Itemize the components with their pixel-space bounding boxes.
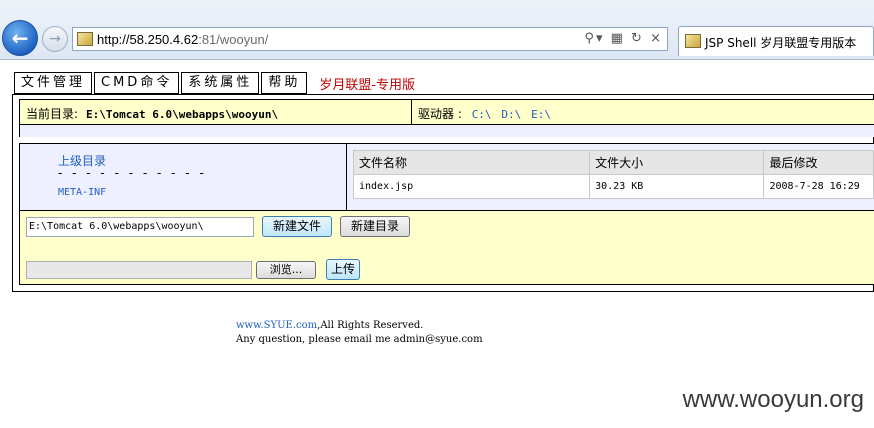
file-size: 30.23 KB	[589, 174, 765, 199]
current-directory: 当前目录: E:\Tomcat 6.0\webapps\wooyun\	[20, 100, 412, 124]
file-manager-panel: 当前目录: E:\Tomcat 6.0\webapps\wooyun\ 驱动器 :…	[12, 94, 874, 292]
file-name-link[interactable]: index.jsp	[352, 174, 591, 199]
browse-button[interactable]: 浏览...	[256, 261, 316, 279]
subdirectory-link[interactable]: META-INF	[58, 187, 106, 198]
drive-link-e[interactable]: E:\	[531, 108, 551, 121]
footer-copyright: www.SYUE.com,All Rights Reserved.	[236, 320, 423, 331]
footer-site-link[interactable]: www.SYUE.com	[236, 320, 317, 331]
tab-favicon-icon	[685, 34, 701, 48]
nav-system-properties[interactable]: 系统属性	[181, 72, 260, 94]
current-directory-path: E:\Tomcat 6.0\webapps\wooyun\	[86, 108, 279, 121]
nav-help[interactable]: 帮助	[261, 72, 308, 94]
tab-title: JSP Shell 岁月联盟专用版本	[705, 36, 857, 50]
back-arrow-icon[interactable]: ←	[2, 20, 38, 56]
upload-file-field[interactable]	[26, 261, 252, 279]
stop-icon[interactable]: ×	[650, 31, 663, 46]
path-input[interactable]: E:\Tomcat 6.0\webapps\wooyun\	[26, 217, 254, 237]
browser-tab[interactable]: JSP Shell 岁月联盟专用版本	[678, 26, 874, 56]
address-bar[interactable]: http://58.250.4.62:81/wooyun/ ⚲▾ ▦ ↻ ×	[72, 27, 668, 51]
footer-rights: ,All Rights Reserved.	[317, 320, 424, 331]
forward-arrow-icon[interactable]: →	[42, 26, 68, 52]
search-icon[interactable]: ⚲▾	[584, 31, 604, 46]
refresh-icon[interactable]: ↻	[631, 31, 644, 46]
actions-panel: E:\Tomcat 6.0\webapps\wooyun\ 新建文件 新建目录 …	[19, 211, 874, 285]
column-header-size: 文件大小	[589, 150, 765, 175]
directory-bar: 当前目录: E:\Tomcat 6.0\webapps\wooyun\ 驱动器 :…	[19, 99, 874, 125]
current-directory-label: 当前目录:	[26, 107, 79, 121]
nav-cmd[interactable]: CMD命令	[94, 72, 180, 94]
column-header-modified: 最后修改	[763, 150, 874, 175]
footer-contact: Any question, please email me admin@syue…	[236, 334, 483, 345]
file-table: 文件名称 文件大小 最后修改 index.jsp 30.23 KB 2008-7…	[352, 150, 874, 199]
tree-divider: - - - - - - - - - - -	[58, 166, 207, 180]
address-url[interactable]: http://58.250.4.62:81/wooyun/	[97, 32, 268, 47]
drive-link-c[interactable]: C:\	[472, 108, 492, 121]
file-list: 文件名称 文件大小 最后修改 index.jsp 30.23 KB 2008-7…	[347, 143, 874, 211]
shell-nav: 文件管理 CMD命令 系统属性 帮助 岁月联盟-专用版	[14, 72, 415, 94]
drives-label: 驱动器 :	[418, 107, 462, 121]
browser-toolbar: ← → http://58.250.4.62:81/wooyun/ ⚲▾ ▦ ↻…	[0, 0, 874, 60]
compat-view-icon[interactable]: ▦	[611, 31, 625, 46]
page-favicon-icon	[77, 32, 93, 46]
column-header-name: 文件名称	[352, 150, 591, 175]
directory-tree: 上级目录 - - - - - - - - - - - META-INF	[19, 143, 347, 211]
file-modified: 2008-7-28 16:29	[763, 174, 874, 199]
table-row: index.jsp 30.23 KB 2008-7-28 16:29	[352, 174, 874, 199]
file-table-header: 文件名称 文件大小 最后修改	[352, 150, 874, 175]
new-directory-button[interactable]: 新建目录	[340, 216, 410, 237]
new-file-button[interactable]: 新建文件	[262, 216, 332, 237]
watermark: www.wooyun.org	[682, 386, 864, 413]
brand-label: 岁月联盟-专用版	[319, 77, 416, 93]
address-tools: ⚲▾ ▦ ↻ ×	[584, 31, 663, 46]
spacer-row	[19, 125, 874, 137]
upload-button[interactable]: 上传	[326, 259, 360, 280]
nav-file-manager[interactable]: 文件管理	[14, 72, 93, 94]
drive-list: 驱动器 : C:\ D:\ E:\	[418, 105, 551, 122]
drive-link-d[interactable]: D:\	[501, 108, 521, 121]
